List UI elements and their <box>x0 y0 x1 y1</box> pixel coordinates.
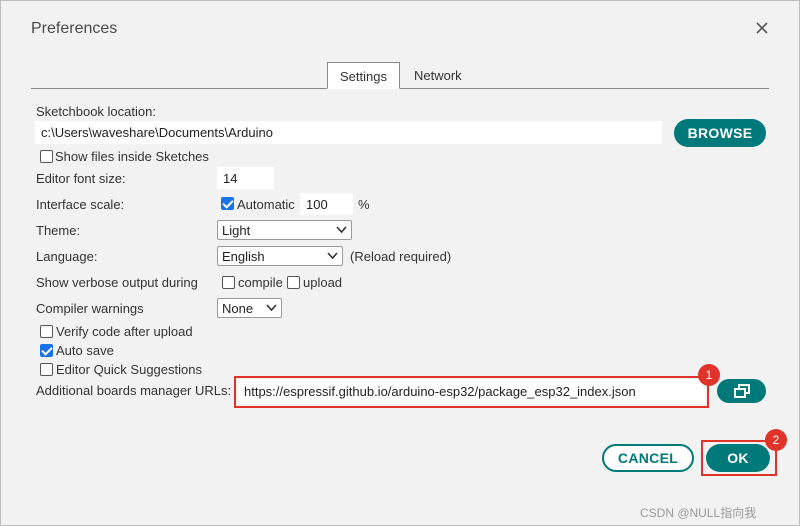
interface-scale-value: 100 <box>306 196 328 212</box>
sketchbook-path-value: c:\Users\waveshare\Documents\Arduino <box>41 125 273 140</box>
verbose-compile-checkbox[interactable] <box>222 276 235 289</box>
chevron-down-icon <box>266 304 277 312</box>
show-files-checkbox[interactable] <box>40 150 53 163</box>
verify-after-upload-label: Verify code after upload <box>56 324 193 339</box>
automatic-scale-label: Automatic <box>237 197 295 212</box>
interface-scale-unit: % <box>358 197 370 212</box>
reload-required-note: (Reload required) <box>350 249 452 264</box>
automatic-scale-checkbox[interactable] <box>221 197 234 210</box>
cancel-button[interactable]: CANCEL <box>602 444 694 472</box>
tab-network[interactable]: Network <box>402 62 474 89</box>
dialog-title: Preferences <box>31 20 118 37</box>
close-icon[interactable] <box>753 19 771 37</box>
open-window-icon <box>733 384 750 398</box>
auto-save-checkbox[interactable] <box>40 344 53 357</box>
watermark: CSDN @NULL指向我 <box>640 506 757 520</box>
chevron-down-icon <box>336 226 347 234</box>
compiler-warnings-label: Compiler warnings <box>36 301 144 316</box>
verbose-upload-label: upload <box>303 275 343 290</box>
tab-divider <box>31 88 769 89</box>
quick-suggestions-checkbox[interactable] <box>40 363 53 376</box>
editor-font-size-input[interactable]: 14 <box>217 167 274 189</box>
open-urls-editor-button[interactable] <box>717 379 766 403</box>
verify-after-upload-checkbox[interactable] <box>40 325 53 338</box>
verbose-output-label: Show verbose output during <box>36 275 198 290</box>
language-label: Language: <box>36 249 98 264</box>
interface-scale-label: Interface scale: <box>36 197 125 212</box>
language-select[interactable]: English <box>217 246 343 266</box>
step-badge-1: 1 <box>698 364 720 386</box>
sketchbook-location-input[interactable]: c:\Users\waveshare\Documents\Arduino <box>35 121 662 144</box>
interface-scale-input[interactable]: 100 <box>300 193 353 215</box>
highlight-box-urls <box>234 376 709 408</box>
editor-font-size-value: 14 <box>223 170 238 186</box>
compiler-warnings-select[interactable]: None <box>217 298 282 318</box>
tab-settings[interactable]: Settings <box>327 62 400 89</box>
sketchbook-location-label: Sketchbook location: <box>36 104 156 119</box>
theme-label: Theme: <box>36 223 81 238</box>
theme-select[interactable]: Light <box>217 220 352 240</box>
quick-suggestions-label: Editor Quick Suggestions <box>56 362 202 377</box>
editor-font-size-label: Editor font size: <box>36 171 126 186</box>
language-selected: English <box>222 248 265 264</box>
auto-save-label: Auto save <box>56 343 114 358</box>
show-files-label: Show files inside Sketches <box>55 149 209 164</box>
boards-manager-urls-label: Additional boards manager URLs: <box>36 383 232 398</box>
preferences-dialog: Preferences Settings Network Sketchbook … <box>0 0 800 526</box>
chevron-down-icon <box>327 252 338 260</box>
compiler-warnings-selected: None <box>222 300 254 316</box>
verbose-compile-label: compile <box>238 275 283 290</box>
step-badge-2: 2 <box>765 429 787 451</box>
browse-button[interactable]: BROWSE <box>674 119 766 147</box>
verbose-upload-checkbox[interactable] <box>287 276 300 289</box>
theme-selected: Light <box>222 222 251 238</box>
